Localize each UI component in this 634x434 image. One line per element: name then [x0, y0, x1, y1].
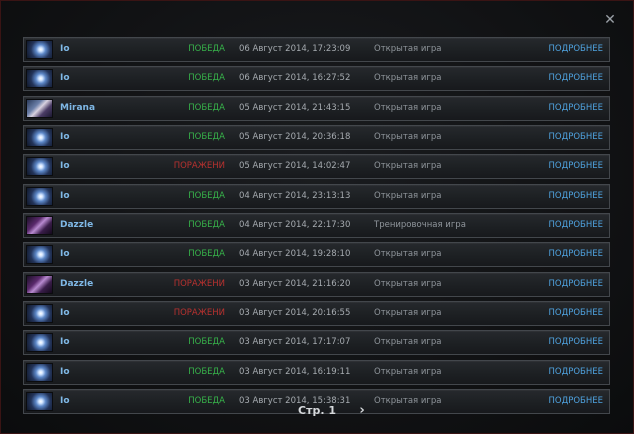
match-date: 05 Август 2014, 20:36:18	[239, 132, 351, 143]
match-row[interactable]: Io ПОБЕДА 03 Август 2014, 16:19:11 Откры…	[23, 359, 610, 385]
hero-name: Io	[60, 44, 70, 54]
match-date: 04 Август 2014, 23:13:13	[239, 190, 351, 201]
match-result: ПОРАЖЕНИ	[173, 308, 225, 319]
hero-name: Dazzle	[60, 278, 94, 289]
match-result: ПОБЕДА	[188, 366, 225, 377]
match-date: 06 Август 2014, 17:23:09	[239, 44, 351, 54]
hero-name: Io	[60, 366, 70, 377]
hero-name: Io	[60, 249, 70, 260]
game-mode: Открытая игра	[374, 249, 442, 260]
hero-name: Dazzle	[60, 220, 94, 231]
mirana-portrait-icon	[26, 98, 53, 118]
game-mode: Открытая игра	[374, 102, 442, 113]
match-result: ПОБЕДА	[188, 44, 225, 54]
match-result: ПОБЕДА	[188, 190, 225, 201]
hero-name: Mirana	[60, 102, 96, 113]
details-link[interactable]: ПОДРОБНЕЕ	[548, 361, 603, 384]
match-row[interactable]: Io ПОБЕДА 04 Август 2014, 23:13:13 Откры…	[23, 183, 610, 209]
io-portrait-icon	[26, 362, 53, 382]
pagination: Стр. 1 ›	[1, 402, 634, 422]
game-mode: Открытая игра	[374, 44, 442, 54]
match-result: ПОРАЖЕНИ	[173, 278, 225, 289]
match-result: ПОБЕДА	[188, 220, 225, 231]
match-result: ПОБЕДА	[188, 337, 225, 348]
match-date: 05 Август 2014, 21:43:15	[239, 102, 351, 113]
match-row[interactable]: Mirana ПОБЕДА 05 Август 2014, 21:43:15 О…	[23, 95, 610, 121]
match-row[interactable]: Io ПОБЕДА 06 Август 2014, 17:23:09 Откры…	[23, 37, 610, 62]
match-result: ПОБЕДА	[188, 132, 225, 143]
hero-name: Io	[60, 161, 70, 172]
io-portrait-icon	[26, 157, 53, 177]
match-date: 06 Август 2014, 16:27:52	[239, 73, 351, 84]
match-list: Io ПОБЕДА 06 Август 2014, 17:23:09 Откры…	[23, 37, 610, 418]
match-row[interactable]: Io ПОРАЖЕНИ 03 Август 2014, 20:16:55 Отк…	[23, 301, 610, 327]
match-result: ПОБЕДА	[188, 102, 225, 113]
details-link[interactable]: ПОДРОБНЕЕ	[548, 331, 603, 354]
hero-name: Io	[60, 132, 70, 143]
game-mode: Открытая игра	[374, 278, 442, 289]
details-link[interactable]: ПОДРОБНЕЕ	[548, 185, 603, 208]
details-link[interactable]: ПОДРОБНЕЕ	[548, 273, 603, 296]
hero-name: Io	[60, 308, 70, 319]
match-date: 04 Август 2014, 22:17:30	[239, 220, 351, 231]
io-portrait-icon	[26, 40, 53, 59]
match-row[interactable]: Io ПОБЕДА 03 Август 2014, 17:17:07 Откры…	[23, 330, 610, 356]
io-portrait-icon	[26, 333, 53, 353]
io-portrait-icon	[26, 304, 53, 324]
match-date: 03 Август 2014, 16:19:11	[239, 366, 351, 377]
match-result: ПОРАЖЕНИ	[173, 161, 225, 172]
game-mode: Открытая игра	[374, 366, 442, 377]
match-date: 03 Август 2014, 17:17:07	[239, 337, 351, 348]
match-row[interactable]: Io ПОБЕДА 05 Август 2014, 20:36:18 Откры…	[23, 125, 610, 151]
details-link[interactable]: ПОДРОБНЕЕ	[548, 214, 603, 237]
next-page-chevron-icon[interactable]: ›	[355, 402, 369, 420]
match-date: 03 Август 2014, 20:16:55	[239, 308, 351, 319]
game-mode: Открытая игра	[374, 337, 442, 348]
io-portrait-icon	[26, 245, 53, 265]
page-indicator: Стр. 1	[298, 404, 336, 417]
details-link[interactable]: ПОДРОБНЕЕ	[548, 126, 603, 149]
match-date: 03 Август 2014, 21:16:20	[239, 278, 351, 289]
io-portrait-icon	[26, 128, 53, 148]
game-mode: Открытая игра	[374, 308, 442, 319]
dazzle-portrait-icon	[26, 274, 53, 294]
match-result: ПОБЕДА	[188, 73, 225, 84]
game-mode: Открытая игра	[374, 161, 442, 172]
match-history-panel: ✕ Io ПОБЕДА 06 Август 2014, 17:23:09 Отк…	[0, 0, 634, 434]
io-portrait-icon	[26, 186, 53, 206]
game-mode: Открытая игра	[374, 190, 442, 201]
details-link[interactable]: ПОДРОБНЕЕ	[548, 97, 603, 120]
io-portrait-icon	[26, 69, 53, 89]
hero-name: Io	[60, 73, 70, 84]
match-result: ПОБЕДА	[188, 249, 225, 260]
match-row[interactable]: Dazzle ПОРАЖЕНИ 03 Август 2014, 21:16:20…	[23, 271, 610, 297]
game-mode: Тренировочная игра	[374, 220, 466, 231]
match-date: 05 Август 2014, 14:02:47	[239, 161, 351, 172]
game-mode: Открытая игра	[374, 73, 442, 84]
match-date: 04 Август 2014, 19:28:10	[239, 249, 351, 260]
details-link[interactable]: ПОДРОБНЕЕ	[548, 38, 603, 61]
details-link[interactable]: ПОДРОБНЕЕ	[548, 67, 603, 90]
match-row[interactable]: Io ПОБЕДА 06 Август 2014, 16:27:52 Откры…	[23, 66, 610, 92]
hero-name: Io	[60, 337, 70, 348]
details-link[interactable]: ПОДРОБНЕЕ	[548, 155, 603, 178]
match-row[interactable]: Io ПОБЕДА 04 Август 2014, 19:28:10 Откры…	[23, 242, 610, 268]
close-icon[interactable]: ✕	[602, 12, 618, 28]
details-link[interactable]: ПОДРОБНЕЕ	[548, 302, 603, 325]
hero-name: Io	[60, 190, 70, 201]
dazzle-portrait-icon	[26, 216, 53, 236]
details-link[interactable]: ПОДРОБНЕЕ	[548, 243, 603, 266]
game-mode: Открытая игра	[374, 132, 442, 143]
match-row[interactable]: Io ПОРАЖЕНИ 05 Август 2014, 14:02:47 Отк…	[23, 154, 610, 180]
match-row[interactable]: Dazzle ПОБЕДА 04 Август 2014, 22:17:30 Т…	[23, 213, 610, 239]
